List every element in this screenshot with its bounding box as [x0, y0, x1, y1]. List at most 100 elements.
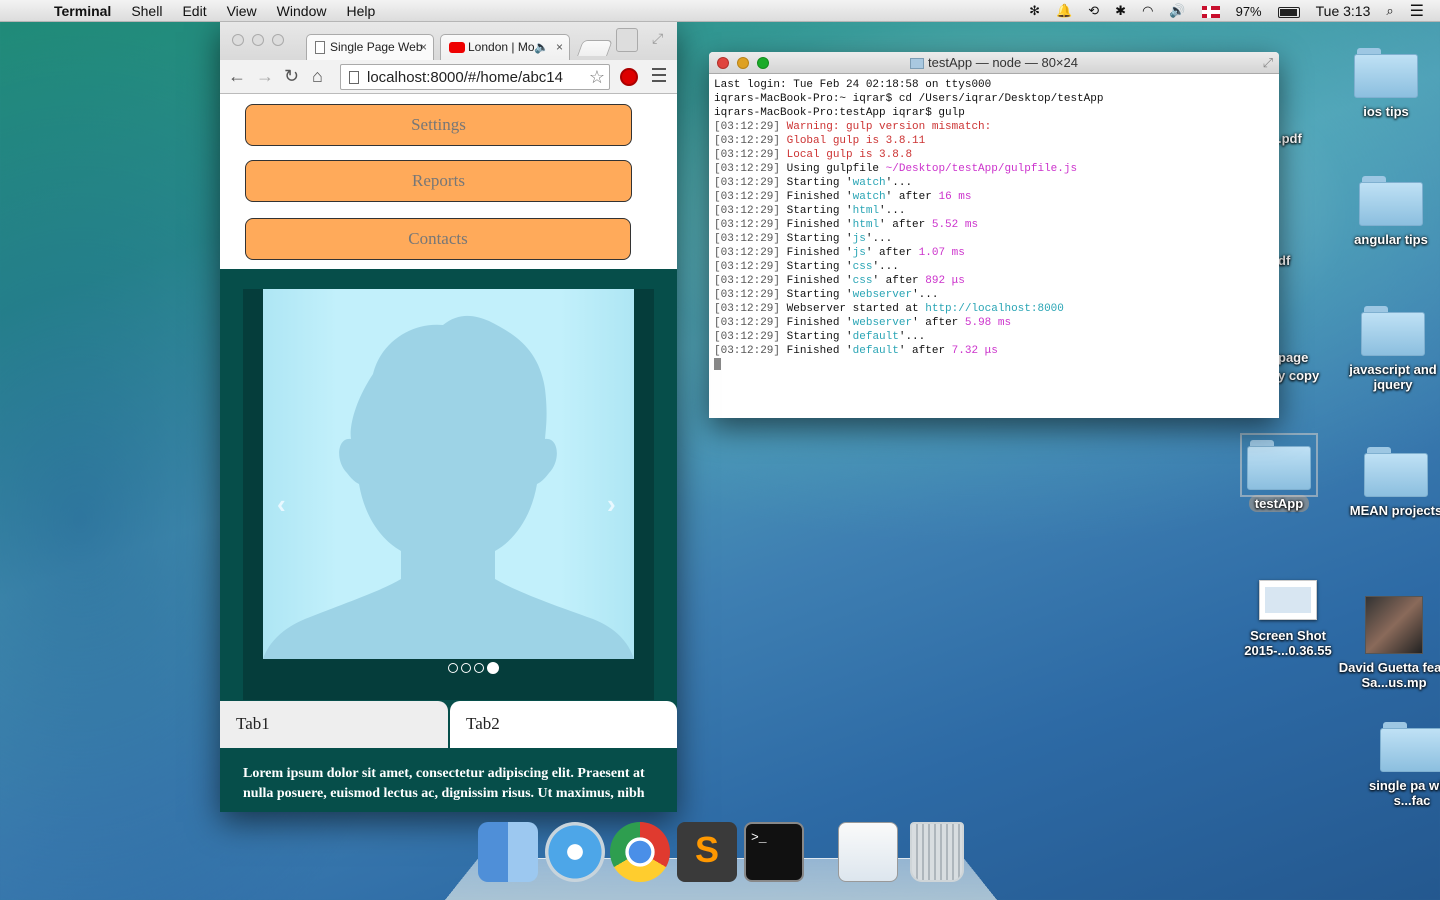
time-machine-icon[interactable]: ⟲	[1088, 3, 1099, 19]
browser-window[interactable]: Single Page Web × London | Mo 🔈 × ⤢ ← → …	[220, 22, 677, 812]
desktop-icon-label: single pa with s...fac	[1369, 778, 1440, 808]
desktop-folder[interactable]: MEAN projects	[1336, 447, 1440, 518]
carousel-dot-active[interactable]	[487, 662, 499, 674]
home-icon[interactable]: ⌂	[312, 66, 323, 87]
terminal-line: [03:12:29] Finished 'html' after 5.52 ms	[714, 219, 979, 231]
fullscreen-icon[interactable]: ⤢	[1263, 52, 1273, 74]
desktop-music-file[interactable]: David Guetta feat. Sa...us.mp	[1334, 596, 1440, 690]
sublime-text-icon[interactable]: S	[677, 822, 737, 882]
desktop-partial-label: page	[1278, 350, 1309, 365]
close-tab-icon[interactable]: ×	[420, 40, 427, 54]
menu-app-name[interactable]: Terminal	[54, 3, 111, 19]
reload-icon[interactable]: ↻	[284, 66, 299, 87]
desktop-icon-label: testApp	[1248, 495, 1310, 512]
bluetooth-icon[interactable]: ✱	[1115, 3, 1126, 19]
fullscreen-icon[interactable]: ⤢	[652, 30, 663, 47]
settings-button[interactable]: Settings	[245, 104, 632, 146]
carousel-dot[interactable]	[474, 663, 484, 673]
minimize-icon[interactable]	[737, 57, 749, 69]
browser-tab-strip: Single Page Web × London | Mo 🔈 × ⤢	[220, 22, 677, 60]
tab-content-text: Lorem ipsum dolor sit amet, consectetur …	[220, 748, 677, 812]
zoom-icon[interactable]	[272, 34, 284, 46]
new-tab-button[interactable]	[577, 40, 613, 56]
notification-icon[interactable]: 🔔	[1056, 3, 1072, 19]
browser-tab[interactable]: London | Mo 🔈 ×	[440, 34, 570, 60]
dropbox-icon[interactable]: ✻	[1029, 3, 1040, 19]
spotlight-icon[interactable]: ⌕	[1386, 3, 1393, 19]
volume-icon[interactable]: 🔊	[1169, 3, 1185, 19]
page-icon	[349, 71, 359, 84]
terminal-line: [03:12:29] Finished 'webserver' after 5.…	[714, 317, 1012, 329]
avatar-placeholder-icon	[263, 315, 634, 659]
terminal-line: iqrars-MacBook-Pro:~ iqrar$ cd /Users/iq…	[714, 93, 1104, 105]
preview-icon[interactable]	[838, 822, 898, 882]
menu-edit[interactable]: Edit	[182, 3, 206, 19]
desktop-screenshot-file[interactable]: Screen Shot 2015-...0.36.55	[1228, 580, 1348, 658]
close-icon[interactable]	[232, 34, 244, 46]
terminal-line: Last login: Tue Feb 24 02:18:58 on ttys0…	[714, 79, 992, 91]
close-icon[interactable]	[717, 57, 729, 69]
desktop-icon-label: MEAN projects	[1349, 503, 1440, 518]
desktop-icon-label: javascript and jquery	[1349, 362, 1437, 392]
address-bar[interactable]: localhost:8000/#/home/abc14 ☆	[340, 64, 610, 90]
desktop-folder[interactable]: angular tips	[1331, 176, 1440, 247]
carousel-indicators	[448, 662, 502, 674]
terminal-cursor	[714, 358, 721, 371]
safari-icon[interactable]	[545, 822, 605, 882]
desktop-folder[interactable]: javascript and jquery	[1333, 306, 1440, 392]
desktop-partial-label: df	[1278, 253, 1291, 268]
desktop-folder[interactable]: ios tips	[1326, 48, 1440, 119]
tab-1[interactable]: Tab1	[220, 701, 448, 748]
folder-icon	[910, 58, 925, 70]
chrome-icon[interactable]	[610, 822, 670, 882]
terminal-line: [03:12:29] Starting 'js'...	[714, 233, 893, 245]
carousel-dot[interactable]	[461, 663, 471, 673]
forward-icon[interactable]: →	[256, 66, 274, 87]
bookmark-star-icon[interactable]: ☆	[589, 67, 605, 88]
folder-icon	[1361, 306, 1425, 356]
youtube-icon	[449, 42, 465, 54]
extension-icon[interactable]	[620, 68, 638, 86]
reports-button[interactable]: Reports	[245, 160, 632, 202]
carousel-next-icon[interactable]: ›	[607, 489, 616, 520]
menu-window[interactable]: Window	[277, 3, 327, 19]
tab-2[interactable]: Tab2	[450, 701, 677, 748]
terminal-titlebar[interactable]: testApp — node — 80×24 ⤢	[709, 52, 1279, 74]
notification-center-icon[interactable]: ☰	[1410, 1, 1424, 21]
folder-icon	[1240, 433, 1318, 497]
minimize-icon[interactable]	[252, 34, 264, 46]
desktop-folder[interactable]: single pa with s...fac	[1352, 722, 1440, 808]
menu-help[interactable]: Help	[346, 3, 375, 19]
terminal-icon[interactable]: >_	[744, 822, 804, 882]
trash-icon[interactable]	[910, 822, 964, 882]
back-icon[interactable]: ←	[228, 66, 246, 87]
carousel-prev-icon[interactable]: ‹	[277, 489, 286, 520]
desktop-icon-label: ios tips	[1363, 104, 1409, 119]
input-flag-icon[interactable]	[1201, 4, 1220, 19]
album-art-icon	[1365, 596, 1423, 654]
screenshot-thumbnail-icon	[1259, 580, 1317, 620]
menu-shell[interactable]: Shell	[131, 3, 162, 19]
terminal-window[interactable]: testApp — node — 80×24 ⤢ Last login: Tue…	[709, 52, 1279, 418]
carousel-dot[interactable]	[448, 663, 458, 673]
finder-icon[interactable]	[478, 822, 538, 882]
menu-icon[interactable]	[652, 68, 666, 82]
profile-icon[interactable]	[616, 28, 638, 52]
terminal-line: [03:12:29] Local gulp is 3.8.8	[714, 149, 913, 161]
menu-view[interactable]: View	[227, 3, 257, 19]
browser-tab[interactable]: Single Page Web ×	[306, 34, 434, 60]
battery-icon[interactable]	[1277, 4, 1300, 19]
terminal-line: [03:12:29] Finished 'watch' after 16 ms	[714, 191, 972, 203]
menu-bar: Terminal Shell Edit View Window Help ✻ 🔔…	[0, 0, 1440, 22]
desktop-folder-testapp[interactable]: testApp	[1219, 433, 1339, 512]
clock[interactable]: Tue 3:13	[1316, 3, 1371, 19]
terminal-line: [03:12:29] Starting 'html'...	[714, 205, 906, 217]
wifi-icon[interactable]: ◠	[1142, 3, 1153, 19]
contacts-button[interactable]: Contacts	[245, 218, 631, 260]
desktop-icon-label: Screen Shot 2015-...0.36.55	[1244, 628, 1332, 658]
terminal-output[interactable]: Last login: Tue Feb 24 02:18:58 on ttys0…	[714, 78, 1274, 372]
zoom-icon[interactable]	[757, 57, 769, 69]
battery-percent[interactable]: 97%	[1236, 4, 1262, 19]
web-page: Settings Reports Contacts ‹ › Tab1 Tab2 …	[220, 94, 677, 812]
close-tab-icon[interactable]: ×	[556, 40, 563, 54]
